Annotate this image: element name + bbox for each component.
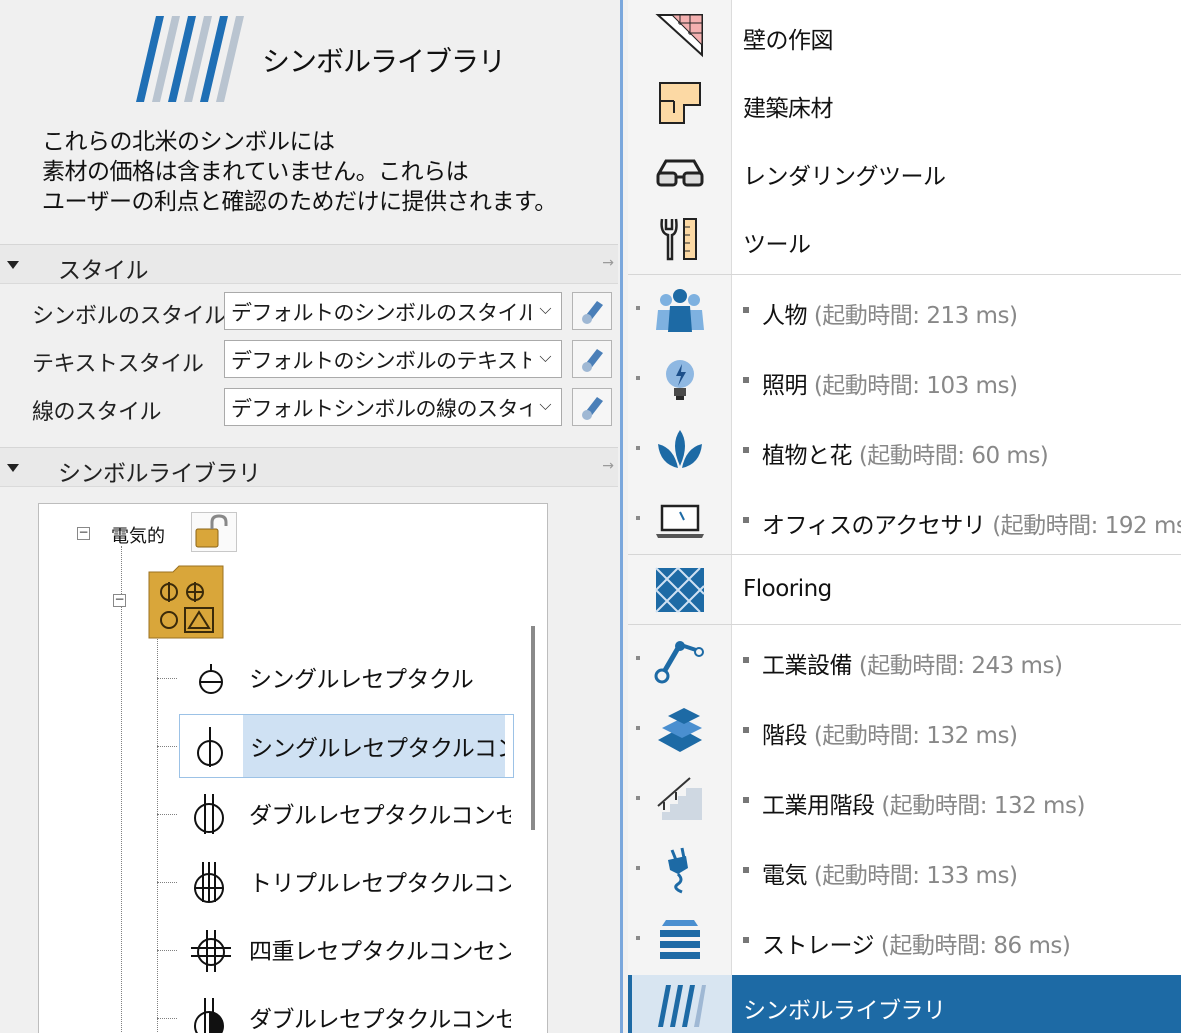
- line-style-dropdown[interactable]: デフォルトシンボルの線のスタイル ⌵: [224, 388, 562, 426]
- laptop-icon: [656, 504, 704, 538]
- chevron-down-icon: ⌵: [539, 347, 551, 366]
- symbol-library-panel: シンボルライブラリ これらの北米のシンボルには 素材の価格は含まれていません。こ…: [0, 0, 618, 1033]
- text-style-label: テキストスタイル: [32, 352, 204, 377]
- panel-title: シンボルライブラリ: [262, 45, 506, 78]
- duplex-receptacle-icon: [194, 794, 224, 834]
- pin-arrow-icon[interactable]: →: [602, 255, 614, 271]
- tools-icon: [660, 218, 697, 261]
- tree-item-5[interactable]: ダブルレセプタクルコンセント: [179, 986, 514, 1033]
- tree-node-electric[interactable]: 電気的: [111, 522, 165, 548]
- lightbulb-icon: [666, 360, 694, 400]
- chevron-down-icon: ⌵: [539, 395, 551, 414]
- style-settings-button[interactable]: [572, 292, 612, 330]
- quadruplex-receptacle-icon: [191, 930, 231, 972]
- storage-icon: [660, 920, 700, 959]
- menu-item-storage[interactable]: ストレージ (起動時間: 86 ms): [628, 905, 1181, 975]
- menu-item-rendering-tools[interactable]: レンダリングツール: [628, 136, 1181, 206]
- style-brush-icon: [582, 301, 603, 324]
- menu-item-building-floor[interactable]: 建築床材: [628, 68, 1181, 138]
- menu-item-plants[interactable]: 植物と花 (起動時間: 60 ms): [628, 415, 1181, 485]
- menu-item-stairs[interactable]: 階段 (起動時間: 132 ms): [628, 695, 1181, 765]
- collapse-electric-toggle[interactable]: −: [77, 526, 90, 540]
- line-style-settings-button[interactable]: [572, 388, 612, 426]
- duplex-receptacle-half-icon: [194, 998, 224, 1033]
- symbol-tree[interactable]: − 電気的 − シングルレセプタクル シングルレセプタクルコ ダブルレセプタクル…: [38, 503, 548, 1033]
- unlocked-padlock-icon: [195, 514, 228, 548]
- style-brush-icon: [582, 349, 603, 372]
- industrial-stairs-icon: [657, 777, 702, 820]
- 3d-glasses-icon: [656, 159, 704, 187]
- text-style-dropdown[interactable]: デフォルトのシンボルのテキスト ⌵: [224, 340, 562, 378]
- style-section-label: スタイル: [58, 258, 149, 284]
- menu-item-office-accessories[interactable]: オフィスのアクセサリ (起動時間: 192 ms): [628, 485, 1181, 555]
- lotus-icon: [658, 430, 702, 468]
- panel-splitter[interactable]: [618, 0, 628, 1033]
- description-line-2: 素材の価格は含まれていません。これらは: [42, 159, 469, 185]
- symbol-style-dropdown[interactable]: デフォルトのシンボルのスタイル ⌵: [224, 292, 562, 330]
- tile-icon: [655, 567, 705, 613]
- pin-arrow-icon[interactable]: →: [602, 458, 614, 474]
- collapse-triangle-icon[interactable]: [7, 464, 19, 472]
- menu-item-lighting[interactable]: 照明 (起動時間: 103 ms): [628, 345, 1181, 415]
- line-style-label: 線のスタイル: [32, 400, 162, 425]
- tree-item-4[interactable]: 四重レセプタクルコンセント: [179, 918, 514, 982]
- tree-scrollbar[interactable]: [531, 626, 535, 830]
- people-icon: [656, 289, 704, 332]
- collapse-triangle-icon[interactable]: [7, 261, 19, 269]
- tree-item-3[interactable]: トリプルレセプタクルコンセント: [179, 850, 514, 914]
- chevron-down-icon: ⌵: [539, 299, 551, 318]
- library-section-header[interactable]: シンボルライブラリ →: [0, 447, 618, 487]
- single-receptacle-outlet-icon: [197, 727, 223, 767]
- menu-item-electric[interactable]: 電気 (起動時間: 133 ms): [628, 835, 1181, 905]
- wall-icon: [655, 14, 703, 58]
- tree-item-0[interactable]: シングルレセプタクル: [179, 646, 514, 710]
- collapse-folder-toggle[interactable]: −: [113, 593, 126, 607]
- menu-item-flooring[interactable]: Flooring: [628, 555, 1181, 625]
- menu-item-industrial-equipment[interactable]: 工業設備 (起動時間: 243 ms): [628, 625, 1181, 695]
- robot-arm-icon: [654, 641, 704, 684]
- symbol-library-logo-icon: [136, 16, 244, 102]
- menu-item-wall-drawing[interactable]: 壁の作図: [628, 0, 1181, 70]
- triplex-receptacle-icon: [194, 862, 224, 903]
- stairs-icon: [658, 708, 702, 752]
- tree-item-2[interactable]: ダブルレセプタクルコンセント: [179, 782, 514, 846]
- plug-icon: [668, 847, 688, 894]
- text-style-settings-button[interactable]: [572, 340, 612, 378]
- floor-plan-icon: [659, 82, 701, 124]
- symbol-style-label: シンボルのスタイル: [32, 304, 226, 329]
- library-section-label: シンボルライブラリ: [58, 461, 261, 487]
- menu-item-symbol-library[interactable]: シンボルライブラリ: [628, 975, 1181, 1033]
- menu-item-industrial-stairs[interactable]: 工業用階段 (起動時間: 132 ms): [628, 765, 1181, 835]
- tree-item-1[interactable]: シングルレセプタクルコンセント: [179, 714, 514, 778]
- library-menu: 壁の作図 建築床材 レンダリングツール ツール 人物 (起動時間: 213 ms…: [628, 0, 1181, 1033]
- symbol-library-icon: [658, 985, 706, 1027]
- menu-item-tools[interactable]: ツール: [628, 204, 1181, 274]
- style-brush-icon: [582, 397, 603, 420]
- description-line-1: これらの北米のシンボルには: [42, 129, 335, 155]
- symbol-folder-icon[interactable]: [147, 562, 225, 640]
- description-line-3: ユーザーの利点と確認のためだけに提供されます。: [42, 189, 557, 215]
- single-receptacle-icon: [199, 664, 223, 694]
- style-section-header[interactable]: スタイル →: [0, 244, 618, 284]
- menu-item-people[interactable]: 人物 (起動時間: 213 ms): [628, 275, 1181, 345]
- lock-toggle-button[interactable]: [191, 512, 237, 552]
